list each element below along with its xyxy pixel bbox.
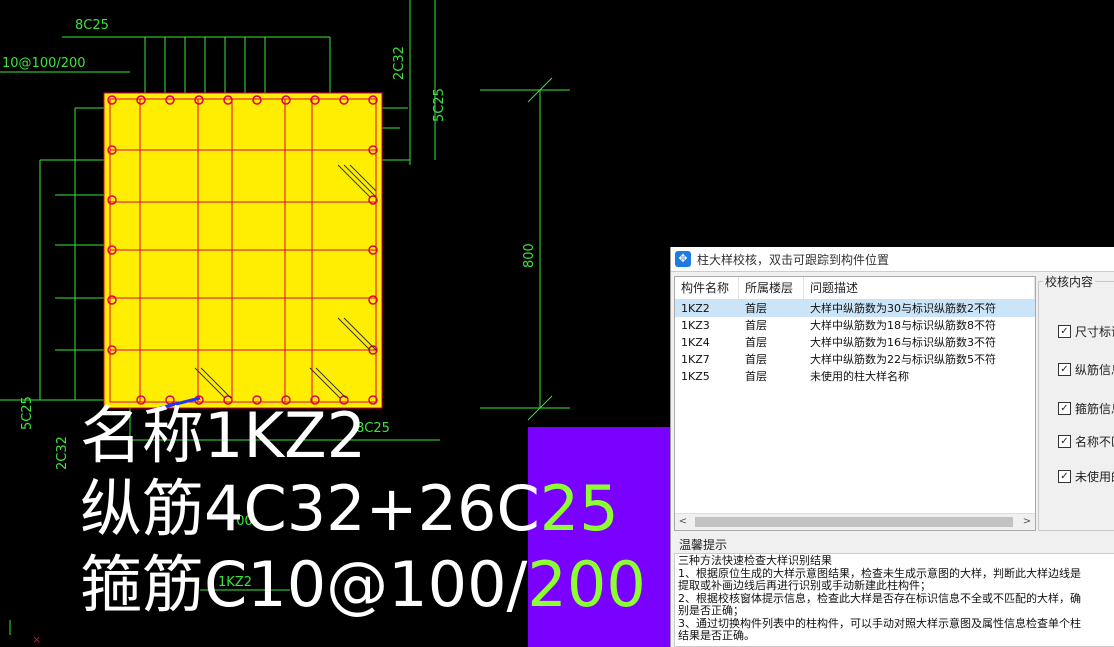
checkbox-checked-icon[interactable]: ✓ <box>1058 435 1071 448</box>
issue-list-header: 构件名称 所属楼层 问题描述 <box>675 277 1035 300</box>
issue-desc: 大样中纵筋数为18与标识纵筋数8不符 <box>810 319 996 332</box>
check-group-label: 校核内容 <box>1043 273 1096 290</box>
col-header-floor[interactable]: 所属楼层 <box>739 277 804 299</box>
overlay-longitudinal-rebar: 纵筋4C32+26C25 <box>80 472 619 545</box>
check-label: 名称不匹 <box>1075 435 1114 449</box>
issue-floor: 首层 <box>745 353 767 366</box>
issue-row[interactable]: 1KZ7 首层 大样中纵筋数为22与标识纵筋数5不符 <box>675 351 1035 368</box>
checkbox-checked-icon[interactable]: ✓ <box>1058 325 1071 338</box>
issue-floor: 首层 <box>745 370 767 383</box>
check-label: 尺寸标识 <box>1075 325 1114 339</box>
issue-name: 1KZ2 <box>681 302 710 315</box>
issue-floor: 首层 <box>745 302 767 315</box>
check-label: 纵筋信息 <box>1075 363 1114 377</box>
issue-desc: 大样中纵筋数为22与标识纵筋数5不符 <box>810 353 996 366</box>
issue-floor: 首层 <box>745 319 767 332</box>
panel-title: 柱大样校核，双击可跟踪到构件位置 <box>697 252 890 267</box>
tip-line: 提取或补画边线后再进行识别或手动新建此柱构件； <box>678 579 931 592</box>
overlay-column-name: 名称1KZ2 <box>80 399 367 472</box>
check-size[interactable]: ✓ 尺寸标识 <box>1058 323 1114 340</box>
issue-row[interactable]: 1KZ4 首层 大样中纵筋数为16与标识纵筋数3不符 <box>675 334 1035 351</box>
tip-line: 结果是否正确。 <box>678 629 755 642</box>
tip-line: 别是否正确； <box>678 604 744 617</box>
checkbox-checked-icon[interactable]: ✓ <box>1058 363 1071 376</box>
scroll-left-icon[interactable]: < <box>675 514 691 530</box>
issue-row[interactable]: 1KZ3 首层 大样中纵筋数为18与标识纵筋数8不符 <box>675 317 1035 334</box>
horizontal-scrollbar[interactable]: < > <box>675 513 1035 530</box>
column-check-panel: ✥ 柱大样校核，双击可跟踪到构件位置 构件名称 所属楼层 问题描述 1KZ2 首… <box>670 247 1114 647</box>
top-rebar-label: 8C25 <box>75 18 109 33</box>
check-label: 箍筋信息 <box>1075 402 1114 416</box>
overlay-stirrup-rebar: 箍筋C10@100/200 <box>80 548 646 621</box>
right-side-label: 5C25 <box>432 88 447 122</box>
check-label: 未使用的 <box>1075 470 1114 484</box>
stirrup-note-label: 10@100/200 <box>2 56 86 71</box>
tips-title: 温馨提示 <box>679 538 728 552</box>
issue-desc: 大样中纵筋数为30与标识纵筋数2不符 <box>810 302 996 315</box>
issue-row[interactable]: 1KZ5 首层 未使用的柱大样名称 <box>675 368 1035 385</box>
issue-name: 1KZ3 <box>681 319 710 332</box>
issue-row[interactable]: 1KZ2 首层 大样中纵筋数为30与标识纵筋数2不符 <box>675 300 1035 317</box>
issue-name: 1KZ4 <box>681 336 710 349</box>
scroll-thumb[interactable] <box>695 517 1013 527</box>
app-icon: ✥ <box>675 251 691 267</box>
right-corner-label: 2C32 <box>392 46 407 80</box>
issue-name: 1KZ7 <box>681 353 710 366</box>
origin-x-mark: × <box>32 633 41 646</box>
check-stirrup[interactable]: ✓ 箍筋信息 <box>1058 400 1114 417</box>
col-header-desc[interactable]: 问题描述 <box>804 277 1035 299</box>
issue-desc: 未使用的柱大样名称 <box>810 370 909 383</box>
issue-list[interactable]: 构件名称 所属楼层 问题描述 1KZ2 首层 大样中纵筋数为30与标识纵筋数2不… <box>674 276 1036 531</box>
issue-floor: 首层 <box>745 336 767 349</box>
tip-line: 三种方法快速检查大样识别结果 <box>678 554 832 567</box>
col-header-name[interactable]: 构件名称 <box>675 277 739 299</box>
dimension-label: 800 <box>522 243 537 268</box>
left-side-label: 5C25 <box>20 396 35 430</box>
checkbox-checked-icon[interactable]: ✓ <box>1058 402 1071 415</box>
check-longitudinal[interactable]: ✓ 纵筋信息 <box>1058 361 1114 378</box>
issue-desc: 大样中纵筋数为16与标识纵筋数3不符 <box>810 336 996 349</box>
issue-name: 1KZ5 <box>681 370 710 383</box>
checkbox-checked-icon[interactable]: ✓ <box>1058 470 1071 483</box>
check-unused[interactable]: ✓ 未使用的 <box>1058 468 1114 485</box>
check-name-mismatch[interactable]: ✓ 名称不匹 <box>1058 433 1114 450</box>
cad-canvas-extension[interactable] <box>670 0 1114 247</box>
scroll-right-icon[interactable]: > <box>1019 514 1035 530</box>
tips-text: 三种方法快速检查大样识别结果 1、根据原位生成的大样示意图结果，检查未生成示意图… <box>674 553 1114 647</box>
left-corner-label: 2C32 <box>55 436 70 470</box>
check-content-group: 校核内容 ✓ 尺寸标识 ✓ 纵筋信息 ✓ 箍筋信息 ✓ 名称不匹 ✓ 未使用的 <box>1038 269 1114 531</box>
